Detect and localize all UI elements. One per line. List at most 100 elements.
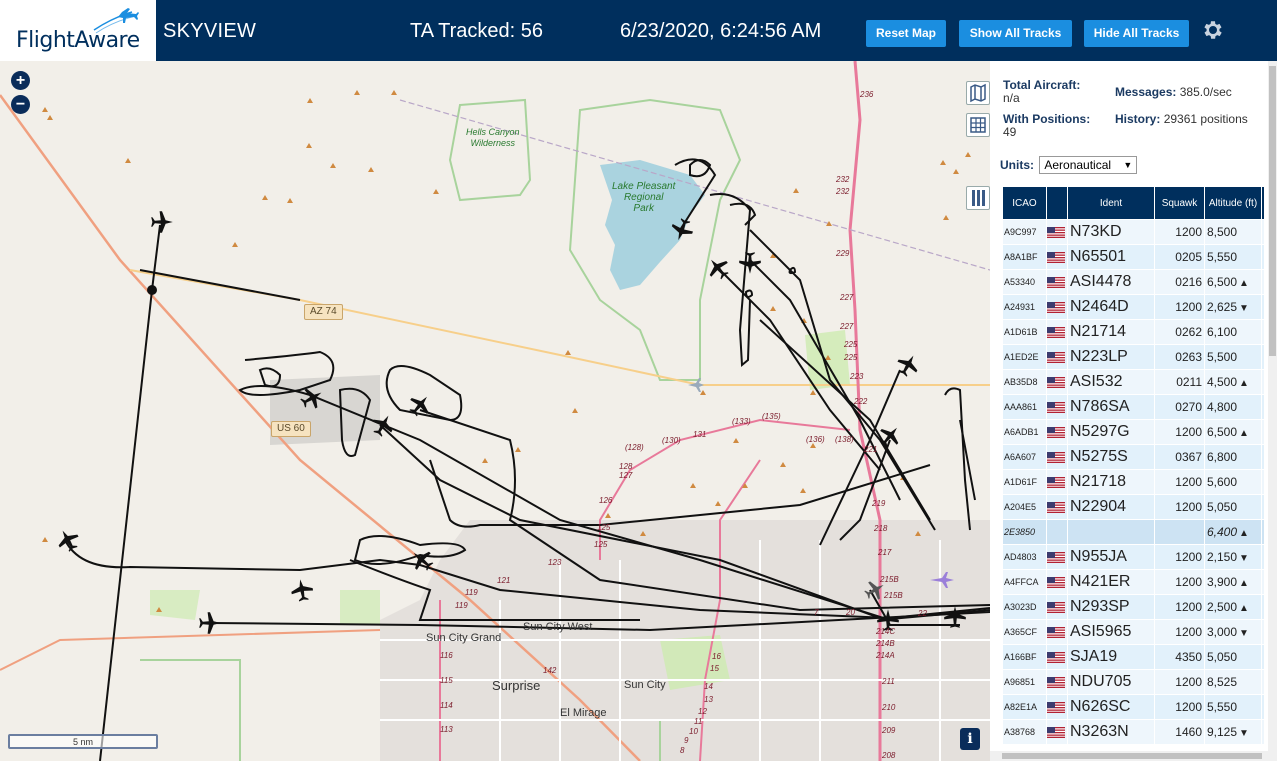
vertical-scrollbar[interactable] [1268,61,1277,751]
table-row[interactable]: A96851 NDU705 1200 8,525 [1003,670,1264,694]
cell-altitude: 3,000 ▼ [1205,620,1261,644]
cell-icao: A365CF [1003,620,1046,644]
cell-extra [1262,670,1264,694]
table-row[interactable]: AAA861 N786SA 0270 4,800 [1003,395,1264,419]
table-row[interactable]: A9C997 N73KD 1200 8,500 [1003,220,1264,244]
us-flag-icon [1047,552,1065,564]
reset-map-button[interactable]: Reset Map [866,20,946,47]
table-row[interactable]: A1D61B N21714 0262 6,100 [1003,320,1264,344]
cell-flag [1047,720,1067,744]
highway-number: 10 [689,727,698,736]
us60-shield: US 60 [271,421,311,437]
table-row[interactable]: A1D61F N21718 1200 5,600 [1003,470,1264,494]
park-area [660,635,730,690]
table-row[interactable]: AD4803 N955JA 1200 2,150 ▼ [1003,545,1264,569]
road [0,629,381,671]
cell-squawk: 0262 [1155,320,1204,344]
table-row[interactable]: A6A607 N5275S 0367 6,800 [1003,445,1264,469]
table-row[interactable]: A8A1BF N65501 0205 5,550 [1003,245,1264,269]
table-row[interactable]: A82E1A N626SC 1200 5,550 [1003,695,1264,719]
highway-number: 15 [710,664,719,673]
table-row[interactable]: A53340 ASI4478 0216 6,500 ▲ [1003,270,1264,294]
cell-flag [1047,495,1067,519]
cell-altitude: 6,500 ▲ [1205,270,1261,294]
cell-squawk: 1200 [1155,620,1204,644]
highway-number: 123 [548,558,562,567]
cell-squawk: 1200 [1155,595,1204,619]
table-row[interactable]: A6ADB1 N5297G 1200 6,500 ▲ [1003,420,1264,444]
gear-icon[interactable] [1201,18,1225,42]
table-row[interactable]: A4FFCA N421ER 1200 3,900 ▲ [1003,570,1264,594]
table-row[interactable]: A365CF ASI5965 1200 3,000 ▼ [1003,620,1264,644]
column-header-icao[interactable]: ICAO [1003,187,1046,219]
cell-ident: N2464D [1068,295,1154,319]
units-value: Aeronautical [1044,158,1112,172]
us-flag-icon [1047,677,1065,689]
zoom-out-button[interactable]: − [11,95,30,114]
table-row[interactable]: A166BF SJA19 4350 5,050 [1003,645,1264,669]
zoom-in-button[interactable]: + [11,71,30,90]
map-view[interactable]: Hells Canyon Wilderness Lake Pleasant Regi… [0,61,990,761]
table-row[interactable]: A38768 N3263N 1460 9,125 ▼ [1003,720,1264,744]
column-header-ident[interactable]: Ident [1068,187,1154,219]
cell-flag [1047,295,1067,319]
highway-number: 119 [465,588,478,597]
map-label-el-mirage: El Mirage [560,707,607,719]
map-label-sun-city-grand: Sun City Grand [426,632,502,644]
show-all-tracks-button[interactable]: Show All Tracks [959,20,1072,47]
units-select[interactable]: Aeronautical ▼ [1039,156,1138,174]
horizontal-scrollbar[interactable] [990,751,1277,761]
altitude-value: 4,800 [1207,400,1238,414]
highway-number: 11 [694,717,703,726]
map-grid-button[interactable] [966,113,990,137]
highway-number: (128) [625,443,644,452]
table-row[interactable]: A24931 N2464D 1200 2,625 ▼ [1003,295,1264,319]
info-button[interactable]: i [960,728,980,750]
table-row[interactable]: A3023D N293SP 1200 2,500 ▲ [1003,595,1264,619]
total-aircraft-label: Total Aircraft: [1003,78,1081,92]
cell-ident: SJA19 [1068,645,1154,669]
scrollbar-thumb[interactable] [1269,66,1276,356]
chevron-down-icon: ▼ [1123,160,1133,170]
column-header-flag[interactable] [1047,187,1067,219]
highway-number: 126 [599,496,613,505]
cell-flag [1047,395,1067,419]
map-label-lake-pleasant: Lake Pleasant Regional Park [612,181,676,214]
us-flag-icon [1047,377,1065,389]
altitude-value: 6,500 [1207,275,1238,289]
cell-icao: A3023D [1003,595,1046,619]
table-row[interactable]: 2E3850 6,400 ▲ [1003,520,1264,544]
us-flag-icon [1047,302,1065,314]
us-flag-icon [1047,727,1065,739]
highway-number: (138) [835,435,854,444]
column-header-squawk[interactable]: Squawk [1155,187,1204,219]
map-layers-button[interactable] [966,81,990,105]
us-flag-icon [1047,577,1065,589]
column-header-altitude[interactable]: Altitude (ft) [1205,187,1261,219]
cell-ident: N626SC [1068,695,1154,719]
flightaware-logo[interactable]: FlightAware [0,0,156,61]
highway-number: 221 [864,445,878,454]
cell-squawk: 0216 [1155,270,1204,294]
cell-squawk: 1200 [1155,220,1204,244]
scrollbar-thumb[interactable] [1002,753,1262,759]
map-canvas[interactable] [0,61,990,761]
altitude-trend-icon: ▲ [1239,528,1249,539]
table-row[interactable]: A204E5 N22904 1200 5,050 [1003,495,1264,519]
cell-extra [1262,445,1264,469]
cell-icao: A96851 [1003,670,1046,694]
column-header-extra[interactable] [1262,187,1264,219]
cell-icao: A1D61B [1003,320,1046,344]
highway-number: (136) [806,435,825,444]
toggle-sidebar-button[interactable] [966,186,990,210]
hide-all-tracks-button[interactable]: Hide All Tracks [1084,20,1189,47]
table-row[interactable]: AB35D8 ASI532 0211 4,500 ▲ [1003,370,1264,394]
highway-number: (133) [732,417,751,426]
cell-extra [1262,595,1264,619]
units-label: Units: [1000,158,1034,172]
altitude-trend-icon: ▲ [1239,278,1249,289]
us-flag-icon [1047,252,1065,264]
cell-ident: N22904 [1068,495,1154,519]
altitude-value: 8,525 [1207,675,1238,689]
table-row[interactable]: A1ED2E N223LP 0263 5,500 [1003,345,1264,369]
